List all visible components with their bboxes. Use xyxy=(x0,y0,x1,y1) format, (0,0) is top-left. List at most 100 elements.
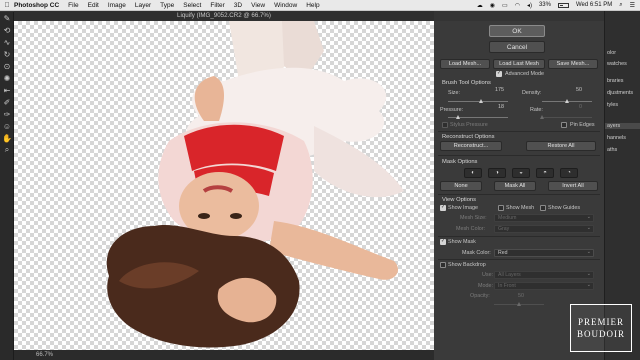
stylus-pressure-label: Stylus Pressure xyxy=(450,122,488,128)
panel-tab-styles[interactable]: tyles xyxy=(605,102,640,108)
twirl-tool-icon[interactable]: ↻ xyxy=(0,48,14,60)
use-select[interactable]: All Layers xyxy=(494,271,594,279)
panel-tab-libraries[interactable]: braries xyxy=(605,78,640,84)
opacity-slider[interactable] xyxy=(494,302,544,306)
menu-list-icon[interactable]: ☰ xyxy=(630,2,635,9)
bloat-tool-icon[interactable]: ✺ xyxy=(0,72,14,84)
mesh-color-label: Mesh Color: xyxy=(456,226,486,232)
subtract-from-selection-icon[interactable]: ◒ xyxy=(512,168,530,178)
show-mesh-label: Show Mesh xyxy=(506,205,535,211)
ok-button[interactable]: OK xyxy=(489,25,545,37)
rate-slider-thumb[interactable] xyxy=(539,115,544,119)
volume-icon[interactable]: ◂) xyxy=(527,2,532,9)
size-slider[interactable] xyxy=(448,99,508,103)
search-icon[interactable]: ⌕ xyxy=(619,2,622,9)
wifi-icon[interactable]: ◠ xyxy=(515,2,520,9)
add-to-selection-icon[interactable]: ◑ xyxy=(488,168,506,178)
size-value[interactable]: 175 xyxy=(474,87,504,93)
mesh-color-select[interactable]: Gray xyxy=(494,225,594,233)
smooth-tool-icon[interactable]: ∿ xyxy=(0,36,14,48)
menu-help[interactable]: Help xyxy=(306,2,319,9)
opacity-slider-thumb[interactable] xyxy=(516,302,521,306)
replace-selection-icon[interactable]: ◐ xyxy=(464,168,482,178)
mask-color-select[interactable]: Red xyxy=(494,249,594,257)
pressure-slider-thumb[interactable] xyxy=(456,115,461,119)
pressure-slider[interactable] xyxy=(448,115,508,119)
advanced-mode-checkbox[interactable] xyxy=(496,70,502,77)
mask-none-button[interactable]: None xyxy=(440,181,482,191)
menu-select[interactable]: Select xyxy=(183,2,201,9)
menu-layer[interactable]: Layer xyxy=(135,2,151,9)
battery-icon[interactable] xyxy=(557,2,569,8)
freeze-mask-tool-icon[interactable]: ✐ xyxy=(0,96,14,108)
panel-tab-color[interactable]: olor xyxy=(605,50,640,56)
panel-tab-layers[interactable]: ayers xyxy=(605,123,640,129)
size-slider-thumb[interactable] xyxy=(478,99,483,103)
panel-tab-channels[interactable]: hannels xyxy=(605,135,640,141)
panel-tab-swatches[interactable]: watches xyxy=(605,61,640,67)
pin-edges-checkbox[interactable] xyxy=(561,122,567,128)
advanced-mode-label: Advanced Mode xyxy=(505,71,544,77)
hand-tool-icon[interactable]: ✋ xyxy=(0,132,14,144)
mesh-size-select[interactable]: Medium xyxy=(494,214,594,222)
rate-slider[interactable] xyxy=(539,115,592,119)
menu-view[interactable]: View xyxy=(251,2,265,9)
thaw-mask-tool-icon[interactable]: ✑ xyxy=(0,108,14,120)
menu-image[interactable]: Image xyxy=(108,2,126,9)
pressure-value[interactable]: 18 xyxy=(474,104,504,110)
face-tool-icon[interactable]: ☺ xyxy=(0,120,14,132)
brush-tool-options-header: Brush Tool Options xyxy=(442,80,491,86)
menu-filter[interactable]: Filter xyxy=(210,2,224,9)
stylus-pressure-checkbox[interactable] xyxy=(442,122,448,128)
show-guides-checkbox[interactable] xyxy=(540,205,546,211)
density-slider-thumb[interactable] xyxy=(564,99,569,103)
pin-edges-label: Pin Edges xyxy=(570,122,595,128)
density-value[interactable]: 50 xyxy=(552,87,582,93)
show-image-checkbox[interactable] xyxy=(440,204,446,211)
reconstruct-button[interactable]: Reconstruct... xyxy=(440,141,502,151)
zoom-level[interactable]: 66.7% xyxy=(36,352,53,358)
status-bar: 66.7% xyxy=(14,350,434,360)
clock[interactable]: Wed 6:51 PM xyxy=(576,2,612,8)
app-menu-photoshop[interactable]: Photoshop CC xyxy=(14,2,59,9)
airplay-icon[interactable]: ▭ xyxy=(502,2,508,9)
load-last-mesh-button[interactable]: Load Last Mesh xyxy=(493,59,545,69)
forward-warp-tool-icon[interactable]: ✎ xyxy=(0,12,14,24)
mask-all-button[interactable]: Mask All xyxy=(494,181,536,191)
notification-icon[interactable]: ◉ xyxy=(490,2,495,9)
push-left-tool-icon[interactable]: ⇤ xyxy=(0,84,14,96)
opacity-value[interactable]: 50 xyxy=(494,293,524,299)
show-mesh-checkbox[interactable] xyxy=(498,205,504,211)
menu-3d[interactable]: 3D xyxy=(234,2,242,9)
density-label: Density: xyxy=(522,90,542,96)
mode-select[interactable]: In Front xyxy=(494,282,594,290)
invert-all-button[interactable]: Invert All xyxy=(548,181,598,191)
menu-type[interactable]: Type xyxy=(160,2,174,9)
reconstruct-tool-icon[interactable]: ⟲ xyxy=(0,24,14,36)
photo-subject xyxy=(106,21,404,348)
invert-selection-icon[interactable]: ◔ xyxy=(560,168,578,178)
restore-all-button[interactable]: Restore All xyxy=(526,141,596,151)
menu-edit[interactable]: Edit xyxy=(88,2,99,9)
show-backdrop-checkbox[interactable] xyxy=(440,262,446,268)
apple-icon[interactable]:  xyxy=(0,2,14,9)
load-mesh-button[interactable]: Load Mesh... xyxy=(440,59,490,69)
zoom-tool-icon[interactable]: ⌕ xyxy=(0,144,14,156)
show-mask-checkbox[interactable] xyxy=(440,238,446,245)
cancel-button[interactable]: Cancel xyxy=(489,41,545,53)
macos-menu-bar:  Photoshop CC File Edit Image Layer Typ… xyxy=(0,0,640,11)
mesh-size-label: Mesh Size: xyxy=(460,215,487,221)
intersect-selection-icon[interactable]: ◓ xyxy=(536,168,554,178)
pucker-tool-icon[interactable]: ⊙ xyxy=(0,60,14,72)
panel-tab-adjustments[interactable]: djustments xyxy=(605,90,640,96)
rate-value[interactable]: 0 xyxy=(552,104,582,110)
menu-file[interactable]: File xyxy=(68,2,78,9)
show-guides-label: Show Guides xyxy=(548,205,581,211)
menu-window[interactable]: Window xyxy=(274,2,297,9)
density-slider[interactable] xyxy=(542,99,592,103)
image-canvas[interactable] xyxy=(14,21,434,350)
creative-cloud-icon[interactable]: ☁ xyxy=(477,2,483,9)
save-mesh-button[interactable]: Save Mesh... xyxy=(548,59,598,69)
pressure-label: Pressure: xyxy=(440,107,464,113)
panel-tab-paths[interactable]: aths xyxy=(605,147,640,153)
